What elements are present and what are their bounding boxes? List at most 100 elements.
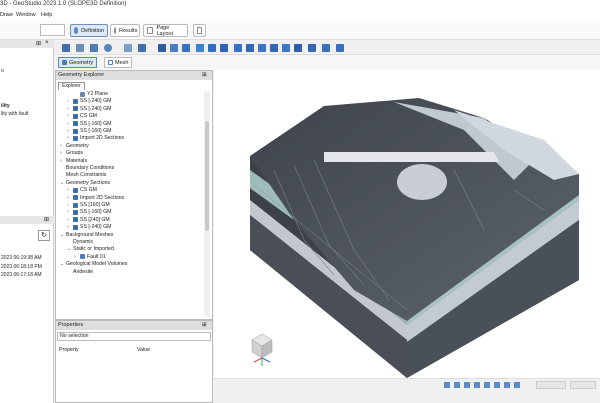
scrollbar-thumb[interactable] (205, 121, 209, 231)
tree-item[interactable]: Mesh Constraints (60, 172, 106, 178)
draw-tool-icon[interactable] (208, 44, 216, 52)
tree-item[interactable]: › Materials (60, 158, 87, 164)
draw-tool-icon[interactable] (196, 44, 204, 52)
chevron-right-icon[interactable]: › (67, 121, 71, 127)
pan-tool-icon[interactable] (90, 44, 98, 52)
tree-item[interactable]: › SS [-160] GM (67, 209, 111, 215)
measure-tool-icon[interactable] (124, 44, 132, 52)
pin-icon[interactable]: ⊞ (36, 40, 41, 47)
status-tool-icon[interactable] (454, 382, 460, 388)
ribbon-extra-button[interactable] (193, 24, 206, 37)
tab-geometry[interactable]: Geometry (58, 57, 98, 68)
draw-tool-icon[interactable] (182, 44, 190, 52)
draw-tool-icon[interactable] (282, 44, 290, 52)
tree-item[interactable]: Dynamic (67, 239, 93, 245)
vertical-scrollbar[interactable] (204, 91, 210, 317)
tab-results[interactable]: Results (110, 24, 140, 37)
draw-tool-icon[interactable] (322, 44, 330, 52)
pin-icon[interactable]: ⊞ (44, 216, 49, 223)
chevron-right-icon[interactable]: › (67, 217, 71, 223)
tree-item[interactable]: › Import 2D Sections (67, 135, 124, 141)
tree-item[interactable]: Boundary Conditions (60, 165, 114, 171)
pin-icon[interactable]: ⊞ (202, 71, 207, 80)
tree-item[interactable]: › SS [-240] GM (67, 98, 111, 104)
tree-item[interactable]: ⌄ Background Meshes (60, 232, 113, 238)
chevron-right-icon[interactable]: › (60, 158, 64, 164)
tree-item[interactable]: › Geometry (60, 143, 89, 149)
status-tool-icon[interactable] (444, 382, 450, 388)
left-panel-line[interactable]: lity with fault (1, 111, 28, 117)
tree-item[interactable]: › CS GM (67, 187, 97, 193)
chevron-down-icon[interactable]: ⌄ (60, 232, 64, 238)
menu-help[interactable]: Help (41, 12, 52, 18)
chevron-right-icon[interactable]: › (67, 187, 71, 193)
tree-item[interactable]: › SS [-160] GM (67, 128, 111, 134)
tree-item[interactable]: Andesite (67, 269, 93, 275)
chevron-right-icon[interactable]: › (60, 150, 64, 156)
rotate-tool-icon[interactable] (104, 44, 112, 52)
menu-draw[interactable]: Draw (0, 12, 13, 18)
refresh-button[interactable]: ↻ (38, 230, 50, 241)
chevron-right-icon[interactable]: › (67, 135, 71, 141)
tab-mesh[interactable]: Mesh (104, 57, 133, 68)
status-tool-icon[interactable] (514, 382, 520, 388)
draw-tool-icon[interactable] (170, 44, 178, 52)
close-icon[interactable]: × (45, 40, 49, 46)
zoom-tool-icon[interactable] (76, 44, 84, 52)
draw-tool-icon[interactable] (270, 44, 278, 52)
chevron-right-icon[interactable]: › (67, 98, 71, 104)
chevron-down-icon[interactable]: ⌄ (67, 246, 71, 252)
section-icon (73, 202, 78, 208)
select-tool-icon[interactable] (62, 44, 70, 52)
chevron-right-icon[interactable]: › (67, 202, 71, 208)
page-layout-icon (147, 27, 154, 34)
tree-item[interactable]: › Fault 01 (74, 254, 106, 260)
chevron-right-icon[interactable]: › (67, 209, 71, 215)
tree-item[interactable]: ⌄ Geological Model Volumes (60, 261, 127, 267)
draw-tool-icon[interactable] (158, 44, 166, 52)
orientation-cube-icon[interactable] (251, 333, 273, 366)
draw-tool-icon[interactable] (220, 44, 228, 52)
chevron-right-icon[interactable]: › (60, 143, 64, 149)
draw-tool-icon[interactable] (234, 44, 242, 52)
tree-item[interactable]: › CS GM (67, 113, 97, 119)
tree-item[interactable]: ⌄ Static or Imported (67, 246, 114, 252)
view-tool-icon[interactable] (138, 44, 146, 52)
selection-field[interactable]: No selection (57, 332, 211, 341)
chevron-right-icon[interactable]: › (67, 128, 71, 134)
draw-tool-icon[interactable] (294, 44, 302, 52)
status-tool-icon[interactable] (494, 382, 500, 388)
tree-item[interactable]: › SS [240] GM (67, 217, 110, 223)
chevron-right-icon[interactable]: › (74, 254, 78, 260)
chevron-right-icon[interactable]: › (67, 195, 71, 201)
tree-item[interactable]: › SS [-240] GM (67, 224, 111, 230)
status-tool-icon[interactable] (464, 382, 470, 388)
tab-definition[interactable]: Definition (70, 24, 108, 37)
chevron-down-icon[interactable]: ⌄ (60, 180, 64, 186)
chevron-right-icon[interactable]: › (67, 113, 71, 119)
status-tool-icon[interactable] (484, 382, 490, 388)
chevron-right-icon[interactable]: › (67, 106, 71, 112)
menu-window[interactable]: Window (16, 12, 36, 18)
tree-item[interactable]: › SS [-160] GM (67, 121, 111, 127)
tree-item[interactable]: › SS [160] GM (67, 202, 110, 208)
draw-tool-icon[interactable] (308, 44, 316, 52)
pin-icon[interactable]: ⊞ (202, 321, 207, 330)
status-tool-icon[interactable] (504, 382, 510, 388)
tree-item[interactable]: Y2 Plane (74, 91, 108, 97)
status-tool-icon[interactable] (474, 382, 480, 388)
chevron-down-icon[interactable]: ⌄ (60, 261, 64, 267)
tree-item[interactable]: › Groups (60, 150, 83, 156)
draw-tool-icon[interactable] (336, 44, 344, 52)
draw-tool-icon[interactable] (246, 44, 254, 52)
3d-view-canvas[interactable] (214, 70, 600, 378)
chevron-right-icon[interactable]: › (67, 224, 71, 230)
left-panel-line[interactable]: ility (1, 103, 10, 109)
draw-tool-icon[interactable] (258, 44, 266, 52)
tab-page-layout[interactable]: Page Layout (143, 24, 188, 37)
tab-explorer[interactable]: Explorer (58, 82, 85, 90)
tree-item[interactable]: ⌄ Geometry Sections (60, 180, 110, 186)
ribbon-blank-field[interactable] (40, 24, 65, 36)
tree-item[interactable]: › Import 2D Sections (67, 195, 124, 201)
tree-item[interactable]: › SS [-240] GM (67, 106, 111, 112)
